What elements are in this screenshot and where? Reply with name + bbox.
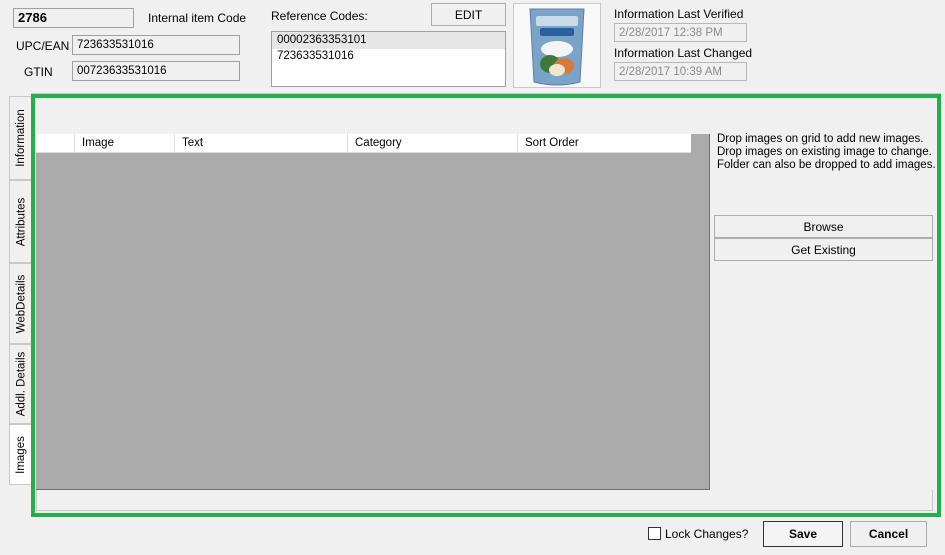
changed-field: 2/28/2017 10:39 AM bbox=[614, 62, 747, 81]
list-item[interactable]: 00002363353101 bbox=[272, 32, 505, 49]
lock-changes-checkbox[interactable] bbox=[648, 527, 661, 540]
column-header-text[interactable]: Text bbox=[175, 134, 348, 152]
tab-webdetails[interactable]: WebDetails bbox=[9, 263, 32, 344]
grid-status-bar bbox=[36, 490, 933, 511]
browse-button[interactable]: Browse bbox=[714, 215, 933, 238]
list-item[interactable]: 723633531016 bbox=[272, 49, 505, 64]
gtin-field[interactable]: 00723633531016 bbox=[72, 61, 240, 81]
upc-field[interactable]: 723633531016 bbox=[72, 35, 240, 55]
reference-codes-label: Reference Codes: bbox=[271, 9, 368, 23]
tab-addl-details[interactable]: Addl. Details bbox=[9, 344, 32, 424]
tab-images[interactable]: Images bbox=[9, 424, 32, 485]
drop-instructions: Drop images on grid to add new images. D… bbox=[717, 133, 936, 171]
row-selector-header bbox=[36, 134, 75, 152]
column-header-sort-order[interactable]: Sort Order bbox=[518, 134, 691, 152]
upc-label: UPC/EAN bbox=[16, 39, 70, 53]
verified-label: Information Last Verified bbox=[614, 7, 744, 21]
column-header-image[interactable]: Image bbox=[75, 134, 175, 152]
images-grid[interactable] bbox=[36, 134, 710, 490]
verified-field: 2/28/2017 12:38 PM bbox=[614, 23, 747, 42]
reference-codes-list[interactable]: 00002363353101 723633531016 bbox=[271, 31, 506, 87]
item-number-field[interactable]: 2786 bbox=[13, 8, 134, 28]
changed-label: Information Last Changed bbox=[614, 46, 753, 60]
product-image bbox=[513, 3, 601, 88]
get-existing-button[interactable]: Get Existing bbox=[714, 238, 933, 261]
column-header-category[interactable]: Category bbox=[348, 134, 518, 152]
cancel-button[interactable]: Cancel bbox=[850, 521, 927, 547]
gtin-label: GTIN bbox=[24, 65, 53, 79]
internal-code-label: Internal item Code bbox=[148, 11, 247, 25]
tab-information[interactable]: Information bbox=[9, 96, 32, 180]
lock-changes-label: Lock Changes? bbox=[665, 527, 749, 541]
edit-button[interactable]: EDIT bbox=[431, 3, 506, 26]
save-button[interactable]: Save bbox=[763, 521, 843, 547]
grid-header: Image Text Category Sort Order bbox=[36, 134, 691, 153]
tab-attributes[interactable]: Attributes bbox=[9, 180, 32, 263]
product-pouch-icon bbox=[529, 8, 585, 86]
